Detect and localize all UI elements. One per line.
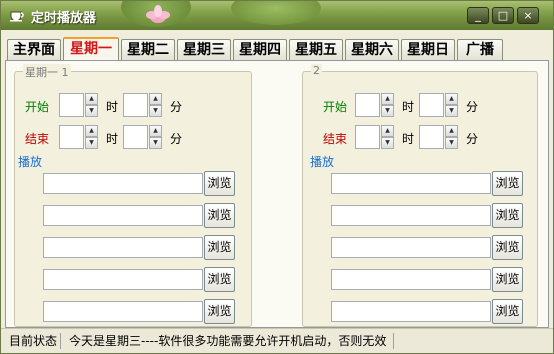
spin-down-icon[interactable]: ▼ xyxy=(149,105,162,117)
end-label: 结束 xyxy=(323,132,348,146)
file-path-input[interactable] xyxy=(43,269,203,290)
browse-button[interactable]: 浏览 xyxy=(204,299,235,324)
end-minute-spinner-input[interactable] xyxy=(123,125,148,149)
spin-up-icon[interactable]: ▲ xyxy=(149,125,162,137)
minute-label: 分 xyxy=(170,132,183,146)
file-path-input[interactable] xyxy=(331,173,491,194)
tab-saturday[interactable]: 星期六 xyxy=(345,39,399,60)
hour-label: 时 xyxy=(402,132,415,146)
schedule-group-1: 星期一 1 开始 ▲ ▼ 时 ▲ ▼ 分结束 ▲ ▼ 时 ▲ ▼ 分播放 浏览 浏览 浏览 浏览 浏览 xyxy=(14,64,252,327)
spin-up-icon[interactable]: ▲ xyxy=(381,93,394,105)
group-title: 星期一 1 xyxy=(23,64,71,80)
browse-button[interactable]: 浏览 xyxy=(492,235,523,260)
status-separator xyxy=(60,333,61,349)
tab-thursday[interactable]: 星期四 xyxy=(233,39,287,60)
minute-label: 分 xyxy=(466,100,479,114)
browse-button[interactable]: 浏览 xyxy=(492,267,523,292)
hour-label: 时 xyxy=(106,132,119,146)
lotus-icon xyxy=(146,5,170,23)
tab-main[interactable]: 主界面 xyxy=(7,39,61,60)
spin-down-icon[interactable]: ▼ xyxy=(381,105,394,117)
spin-down-icon[interactable]: ▼ xyxy=(445,105,458,117)
start-hour-spinner-input[interactable] xyxy=(355,93,380,117)
spin-up-icon[interactable]: ▲ xyxy=(445,93,458,105)
tab-panel: 星期一 1 开始 ▲ ▼ 时 ▲ ▼ 分结束 ▲ ▼ 时 ▲ ▼ 分播放 浏览 浏览 浏览 浏览 浏览 2 开始 ▲… xyxy=(5,60,549,328)
file-path-input[interactable] xyxy=(331,205,491,226)
minute-label: 分 xyxy=(466,132,479,146)
file-path-input[interactable] xyxy=(331,269,491,290)
status-label: 目前状态 xyxy=(9,334,58,348)
start-minute-spinner-input[interactable] xyxy=(123,93,148,117)
spin-up-icon[interactable]: ▲ xyxy=(445,125,458,137)
lotus-leaf-decoration xyxy=(231,1,321,25)
play-label: 播放 xyxy=(310,155,335,169)
tab-sunday[interactable]: 星期日 xyxy=(401,39,455,60)
tab-tuesday[interactable]: 星期二 xyxy=(121,39,175,60)
close-button[interactable]: × xyxy=(517,7,539,24)
maximize-button[interactable]: □ xyxy=(492,7,514,24)
hour-label: 时 xyxy=(106,100,119,114)
spin-down-icon[interactable]: ▼ xyxy=(445,137,458,149)
spin-down-icon[interactable]: ▼ xyxy=(381,137,394,149)
window-title: 定时播放器 xyxy=(31,11,97,26)
browse-button[interactable]: 浏览 xyxy=(492,171,523,196)
spin-up-icon[interactable]: ▲ xyxy=(85,125,98,137)
start-label: 开始 xyxy=(323,100,348,114)
start-minute-spinner-input[interactable] xyxy=(419,93,444,117)
end-hour-spinner-input[interactable] xyxy=(355,125,380,149)
group-title: 2 xyxy=(311,64,322,77)
tab-friday[interactable]: 星期五 xyxy=(289,39,343,60)
status-separator xyxy=(393,333,394,349)
close-icon: × xyxy=(523,9,533,22)
teacup-icon xyxy=(10,11,24,22)
spin-up-icon[interactable]: ▲ xyxy=(85,93,98,105)
browse-button[interactable]: 浏览 xyxy=(492,203,523,228)
play-label: 播放 xyxy=(18,155,43,169)
start-hour-spinner-input[interactable] xyxy=(59,93,84,117)
browse-button[interactable]: 浏览 xyxy=(204,203,235,228)
file-path-input[interactable] xyxy=(43,205,203,226)
browse-button[interactable]: 浏览 xyxy=(204,235,235,260)
end-minute-spinner-input[interactable] xyxy=(419,125,444,149)
spin-up-icon[interactable]: ▲ xyxy=(149,93,162,105)
end-hour-spinner-input[interactable] xyxy=(59,125,84,149)
browse-button[interactable]: 浏览 xyxy=(204,267,235,292)
end-label: 结束 xyxy=(25,132,50,146)
minimize-button[interactable]: _ xyxy=(467,7,489,24)
tab-wednesday[interactable]: 星期三 xyxy=(177,39,231,60)
spin-down-icon[interactable]: ▼ xyxy=(149,137,162,149)
hour-label: 时 xyxy=(402,100,415,114)
spin-up-icon[interactable]: ▲ xyxy=(381,125,394,137)
maximize-icon: □ xyxy=(497,9,509,22)
status-bar: 目前状态 今天是星期三----软件很多功能需要允许开机启动，否则无效 xyxy=(1,328,553,353)
file-path-input[interactable] xyxy=(331,237,491,258)
minimize-icon: _ xyxy=(475,9,481,22)
file-path-input[interactable] xyxy=(331,301,491,322)
status-message: 今天是星期三----软件很多功能需要允许开机启动，否则无效 xyxy=(69,334,387,348)
tab-monday[interactable]: 星期一 xyxy=(63,37,119,61)
start-label: 开始 xyxy=(25,100,50,114)
tab-broadcast[interactable]: 广播 xyxy=(457,39,503,60)
file-path-input[interactable] xyxy=(43,173,203,194)
minute-label: 分 xyxy=(170,100,183,114)
spin-down-icon[interactable]: ▼ xyxy=(85,137,98,149)
spin-down-icon[interactable]: ▼ xyxy=(85,105,98,117)
browse-button[interactable]: 浏览 xyxy=(204,171,235,196)
file-path-input[interactable] xyxy=(43,301,203,322)
app-window: 定时播放器 _ □ × 主界面 星期一 星期二 星期三 星期四 星期五 星期六 … xyxy=(0,0,554,354)
title-bar[interactable]: 定时播放器 _ □ × xyxy=(1,1,553,30)
file-path-input[interactable] xyxy=(43,237,203,258)
schedule-group-2: 2 开始 ▲ ▼ 时 ▲ ▼ 分结束 ▲ ▼ 时 ▲ ▼ 分播放 浏览 浏览 浏览 浏览 浏览 xyxy=(302,64,538,327)
browse-button[interactable]: 浏览 xyxy=(492,299,523,324)
